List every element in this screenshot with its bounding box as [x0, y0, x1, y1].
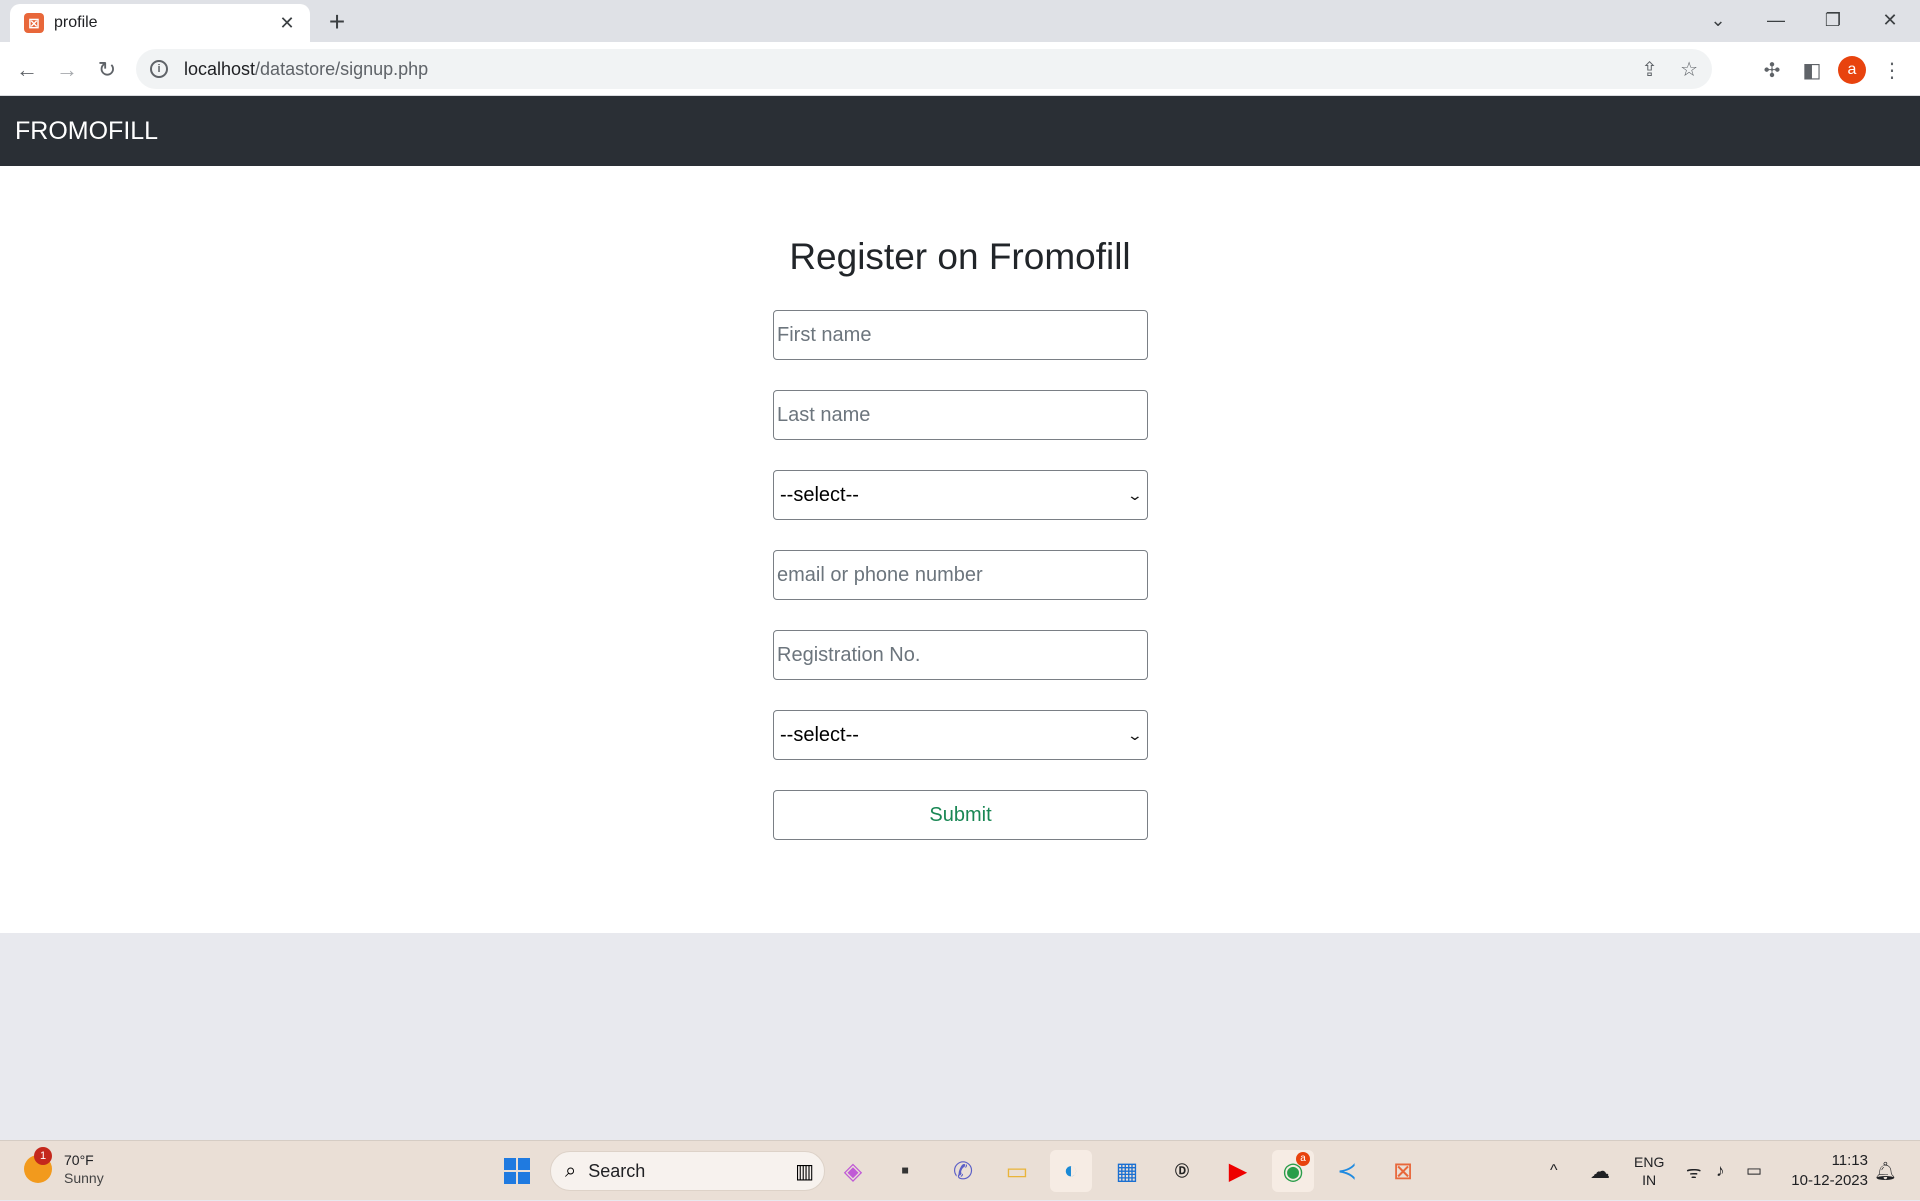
select-dropdown-2[interactable]: --select-- ⌄ — [773, 710, 1148, 760]
select-1-value: --select-- — [780, 483, 859, 506]
close-window-icon[interactable]: ✕ — [1862, 0, 1918, 40]
teams-icon[interactable]: ✆ — [942, 1150, 984, 1192]
reload-icon[interactable]: ↻ — [91, 54, 123, 86]
browser-tab[interactable]: ⊠ profile ✕ — [10, 4, 310, 42]
edge-icon[interactable]: ◐ — [1050, 1150, 1092, 1192]
sun-icon: 1 — [24, 1147, 52, 1183]
task-view-icon[interactable]: ▪ — [884, 1150, 926, 1192]
submit-button[interactable]: Submit — [773, 790, 1148, 840]
url-host: localhost — [184, 58, 256, 79]
site-navbar: FROMOFILL — [0, 96, 1920, 166]
vscode-icon[interactable]: ≺ — [1326, 1150, 1368, 1192]
chevron-down-icon: ⌄ — [1126, 726, 1144, 743]
youtube-icon[interactable]: ▶ — [1217, 1150, 1259, 1192]
select-2-value: --select-- — [780, 723, 859, 746]
chrome-icon[interactable]: ◉ a — [1272, 1150, 1314, 1192]
lang-top: ENG — [1634, 1154, 1665, 1170]
registration-number-input[interactable]: Registration No. — [773, 630, 1148, 680]
wifi-icon[interactable]: ᯤ — [1686, 1141, 1702, 1201]
email-or-phone-input[interactable]: email or phone number — [773, 550, 1148, 600]
minimize-icon[interactable]: — — [1748, 0, 1804, 40]
extensions-icon[interactable]: ✣ — [1756, 54, 1788, 86]
search-icon: ⌕ — [565, 1159, 577, 1182]
page-title: Register on Fromofill — [789, 236, 1131, 277]
battery-icon[interactable]: ▭ — [1746, 1141, 1762, 1201]
browser-toolbar: ← → ↻ i localhost/datastore/signup.php ⇪… — [0, 42, 1920, 96]
tab-title: profile — [54, 14, 98, 31]
bookmark-star-icon[interactable]: ☆ — [1680, 57, 1698, 82]
restore-icon[interactable]: ❐ — [1805, 0, 1861, 40]
weather-widget[interactable]: 1 70°F Sunny — [24, 1147, 104, 1187]
select-dropdown-1[interactable]: --select-- ⌄ — [773, 470, 1148, 520]
clock[interactable]: 11:13 10-12-2023 — [1791, 1151, 1868, 1191]
date: 10-12-2023 — [1791, 1172, 1868, 1189]
web-page: FROMOFILL Register on Fromofill First na… — [0, 96, 1920, 933]
language-indicator[interactable]: ENG IN — [1634, 1141, 1664, 1201]
signup-section: Register on Fromofill First name Last na… — [0, 166, 1920, 933]
notification-bell-icon[interactable]: 🔔︎ — [1874, 1141, 1897, 1201]
first-name-input[interactable]: First name — [773, 310, 1148, 360]
chrome-badge: a — [1296, 1152, 1310, 1166]
browser-tabstrip: ⊠ profile ✕ + ⌄ — ❐ ✕ — [0, 0, 1920, 42]
lang-bottom: IN — [1642, 1172, 1657, 1188]
show-hidden-icons[interactable]: ^ — [1550, 1141, 1558, 1201]
tab-search-icon[interactable]: ⌄ — [1690, 0, 1746, 40]
weather-desc: Sunny — [64, 1170, 104, 1186]
start-windows-icon[interactable] — [496, 1150, 538, 1192]
store-icon[interactable]: ▦ — [1106, 1150, 1148, 1192]
onedrive-icon[interactable]: ☁ — [1590, 1141, 1610, 1201]
last-name-input[interactable]: Last name — [773, 390, 1148, 440]
tab-close-icon[interactable]: ✕ — [276, 13, 298, 34]
url-path: /datastore/signup.php — [255, 58, 429, 79]
weather-badge: 1 — [34, 1147, 52, 1165]
taskbar-search[interactable]: ⌕ Search ▥ — [550, 1151, 825, 1191]
profile-avatar-button[interactable]: a — [1836, 54, 1868, 86]
back-icon[interactable]: ← — [11, 54, 43, 86]
weather-temp: 70°F — [64, 1152, 94, 1168]
avatar: a — [1838, 56, 1866, 84]
time: 11:13 — [1831, 1152, 1868, 1169]
site-info-icon[interactable]: i — [150, 60, 168, 78]
volume-icon[interactable]: ♪ — [1716, 1141, 1725, 1201]
browser-menu-icon[interactable]: ⋮ — [1876, 54, 1908, 86]
new-tab-button[interactable]: + — [322, 8, 352, 38]
brand-link[interactable]: FROMOFILL — [15, 117, 158, 146]
search-highlight-icon: ▥ — [795, 1160, 814, 1183]
file-explorer-icon[interactable]: ▭ — [996, 1150, 1038, 1192]
dell-icon[interactable]: Ⓓ — [1161, 1150, 1203, 1192]
side-panel-icon[interactable]: ◧ — [1796, 54, 1828, 86]
search-label: Search — [588, 1160, 646, 1181]
xampp-favicon-icon: ⊠ — [24, 13, 44, 33]
copilot-icon[interactable]: ◈ — [832, 1150, 874, 1192]
share-icon[interactable]: ⇪ — [1641, 57, 1658, 82]
forward-icon[interactable]: → — [51, 54, 83, 86]
url-text[interactable]: localhost/datastore/signup.php — [184, 59, 1619, 80]
chevron-down-icon: ⌄ — [1126, 486, 1144, 503]
address-bar[interactable]: i localhost/datastore/signup.php ⇪ ☆ — [136, 49, 1712, 89]
windows-taskbar: 1 70°F Sunny ⌕ Search ▥ ◈ ▪ ✆ ▭ ◐ ▦ Ⓓ ▶ … — [0, 1140, 1920, 1200]
xampp-icon[interactable]: ⊠ — [1382, 1150, 1424, 1192]
